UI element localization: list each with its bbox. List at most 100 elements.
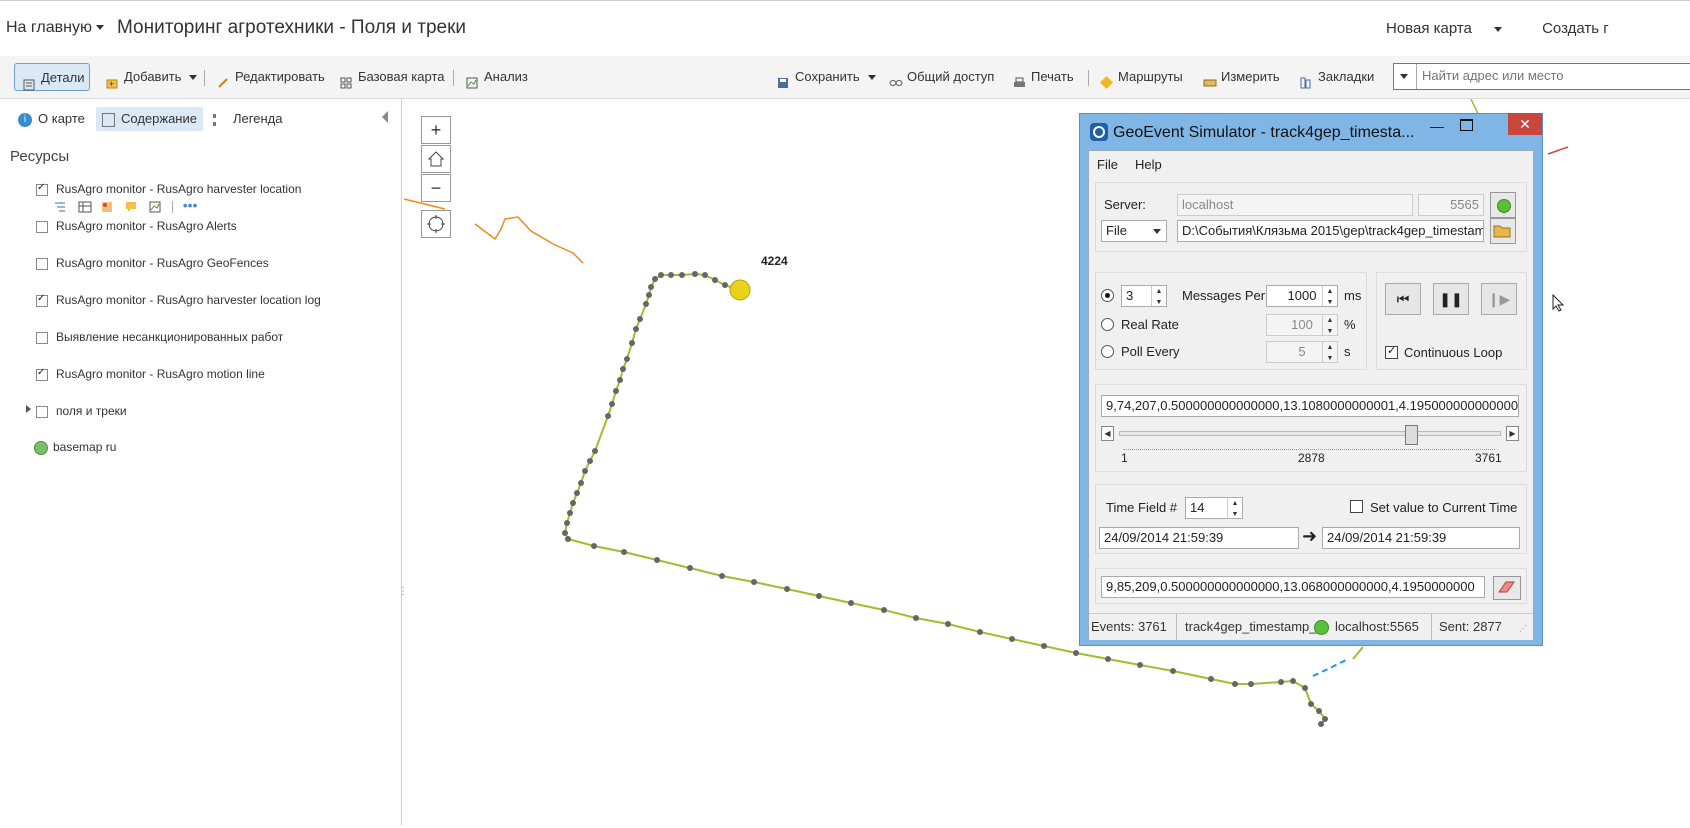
track-point[interactable]	[578, 480, 584, 486]
track-point[interactable]	[1105, 656, 1111, 662]
track-point[interactable]	[652, 276, 658, 282]
track-point[interactable]	[605, 413, 611, 419]
home-menu[interactable]: На главную	[6, 19, 104, 37]
new-map-label[interactable]: Новая карта	[1386, 20, 1472, 37]
track-point[interactable]	[562, 530, 568, 536]
spin-arrows[interactable]: ▲ ▼	[1322, 286, 1337, 306]
layer-checkbox[interactable]	[36, 182, 48, 196]
messages-radio[interactable]	[1101, 289, 1114, 302]
share-button[interactable]: Общий доступ	[889, 64, 994, 90]
tab-about[interactable]: i О карте	[18, 107, 85, 131]
search-source-dropdown[interactable]	[1394, 64, 1417, 89]
layer-item[interactable]: RusAgro monitor - RusAgro Alerts	[36, 219, 237, 233]
popup-icon[interactable]	[125, 201, 139, 213]
spin-arrows[interactable]: ▲ ▼	[1322, 315, 1337, 335]
track-point[interactable]	[881, 607, 887, 613]
track-point[interactable]	[574, 490, 580, 496]
track-point[interactable]	[1137, 662, 1143, 668]
track-point[interactable]	[654, 557, 660, 563]
table-icon[interactable]	[78, 201, 92, 213]
track-point[interactable]	[658, 272, 664, 278]
track-point[interactable]	[570, 500, 576, 506]
layer-item[interactable]: RusAgro monitor - RusAgro GeoFences	[36, 256, 269, 270]
zoom-in-button[interactable]: +	[421, 116, 451, 144]
track-point[interactable]	[643, 301, 649, 307]
track-point[interactable]	[1316, 708, 1322, 714]
track-point[interactable]	[613, 388, 619, 394]
layer-checkbox[interactable]	[36, 293, 48, 307]
filter-icon[interactable]	[54, 201, 68, 213]
track-point[interactable]	[565, 536, 571, 542]
track-point[interactable]	[1308, 701, 1314, 707]
pause-button[interactable]: ❚❚	[1433, 283, 1469, 315]
layer-checkbox[interactable]	[36, 257, 48, 270]
details-button[interactable]: Детали	[14, 63, 90, 91]
track-point[interactable]	[692, 271, 698, 277]
bookmarks-button[interactable]: Закладки	[1300, 64, 1374, 90]
layer-item[interactable]: RusAgro monitor - RusAgro harvester loca…	[36, 293, 321, 307]
track-point[interactable]	[1041, 643, 1047, 649]
source-type-select[interactable]: File	[1101, 220, 1167, 242]
track-point[interactable]	[1322, 716, 1328, 722]
expand-group-icon[interactable]	[26, 405, 31, 413]
layer-item[interactable]: RusAgro monitor - RusAgro harvester loca…	[36, 182, 301, 196]
track-point[interactable]	[722, 282, 728, 288]
slider-right-arrow[interactable]: ▶	[1506, 426, 1519, 441]
track-point[interactable]	[648, 284, 654, 290]
track-point[interactable]	[587, 458, 593, 464]
track-point[interactable]	[945, 621, 951, 627]
analysis-icon[interactable]	[149, 201, 163, 213]
track-point[interactable]	[1290, 678, 1296, 684]
track-point[interactable]	[679, 272, 685, 278]
rewind-button[interactable]: ⏮	[1385, 283, 1421, 315]
track-point[interactable]	[816, 593, 822, 599]
track-point[interactable]	[1208, 676, 1214, 682]
layer-checkbox[interactable]	[36, 220, 48, 233]
new-map-menu[interactable]: Новая карта	[1386, 20, 1520, 37]
layer-checkbox[interactable]	[36, 367, 48, 381]
save-button[interactable]: Сохранить	[777, 64, 876, 90]
track-point[interactable]	[751, 579, 757, 585]
spin-arrows[interactable]: ▲ ▼	[1227, 498, 1242, 518]
connect-button[interactable]	[1490, 192, 1516, 218]
more-options-icon[interactable]: •••	[183, 198, 199, 213]
track-point[interactable]	[646, 292, 652, 298]
track-point[interactable]	[668, 272, 674, 278]
spin-arrows[interactable]: ▲ ▼	[1151, 286, 1166, 306]
layer-group-item[interactable]: поля и треки	[36, 404, 127, 418]
track-point[interactable]	[913, 615, 919, 621]
style-icon[interactable]	[101, 201, 115, 213]
poll-field[interactable]: 5 ▲ ▼	[1266, 341, 1338, 363]
track-point[interactable]	[1302, 685, 1308, 691]
close-button[interactable]: ✕	[1508, 113, 1542, 135]
track-point[interactable]	[687, 565, 693, 571]
set-current-time-checkbox[interactable]	[1350, 500, 1363, 513]
layer-checkbox[interactable]	[36, 331, 48, 344]
track-point[interactable]	[617, 377, 623, 383]
clear-button[interactable]	[1493, 576, 1521, 600]
track-point[interactable]	[567, 510, 573, 516]
track-point[interactable]	[702, 272, 708, 278]
track-point[interactable]	[609, 401, 615, 407]
messages-count-field[interactable]: 3 ▲ ▼	[1121, 285, 1167, 307]
analysis-button[interactable]: Анализ	[466, 64, 528, 90]
message-slider-track[interactable]	[1119, 431, 1501, 436]
create-link[interactable]: Создать г	[1542, 20, 1609, 37]
track-point[interactable]	[848, 600, 854, 606]
basemap-button[interactable]: Базовая карта	[340, 64, 445, 90]
track-point[interactable]	[719, 573, 725, 579]
track-point[interactable]	[637, 316, 643, 322]
measure-button[interactable]: Измерить	[1203, 64, 1280, 90]
step-button[interactable]: ❙▶	[1481, 283, 1517, 315]
collapse-panel-icon[interactable]	[382, 111, 388, 123]
routes-button[interactable]: Маршруты	[1100, 64, 1183, 90]
track-point[interactable]	[591, 543, 597, 549]
track-point[interactable]	[977, 629, 983, 635]
track-point[interactable]	[1278, 679, 1284, 685]
zoom-out-button[interactable]: −	[421, 174, 451, 202]
track-point[interactable]	[582, 468, 588, 474]
print-button[interactable]: Печать	[1013, 64, 1074, 90]
poll-every-radio[interactable]	[1101, 345, 1114, 358]
menu-file[interactable]: File	[1097, 157, 1118, 172]
spin-arrows[interactable]: ▲ ▼	[1322, 342, 1337, 362]
